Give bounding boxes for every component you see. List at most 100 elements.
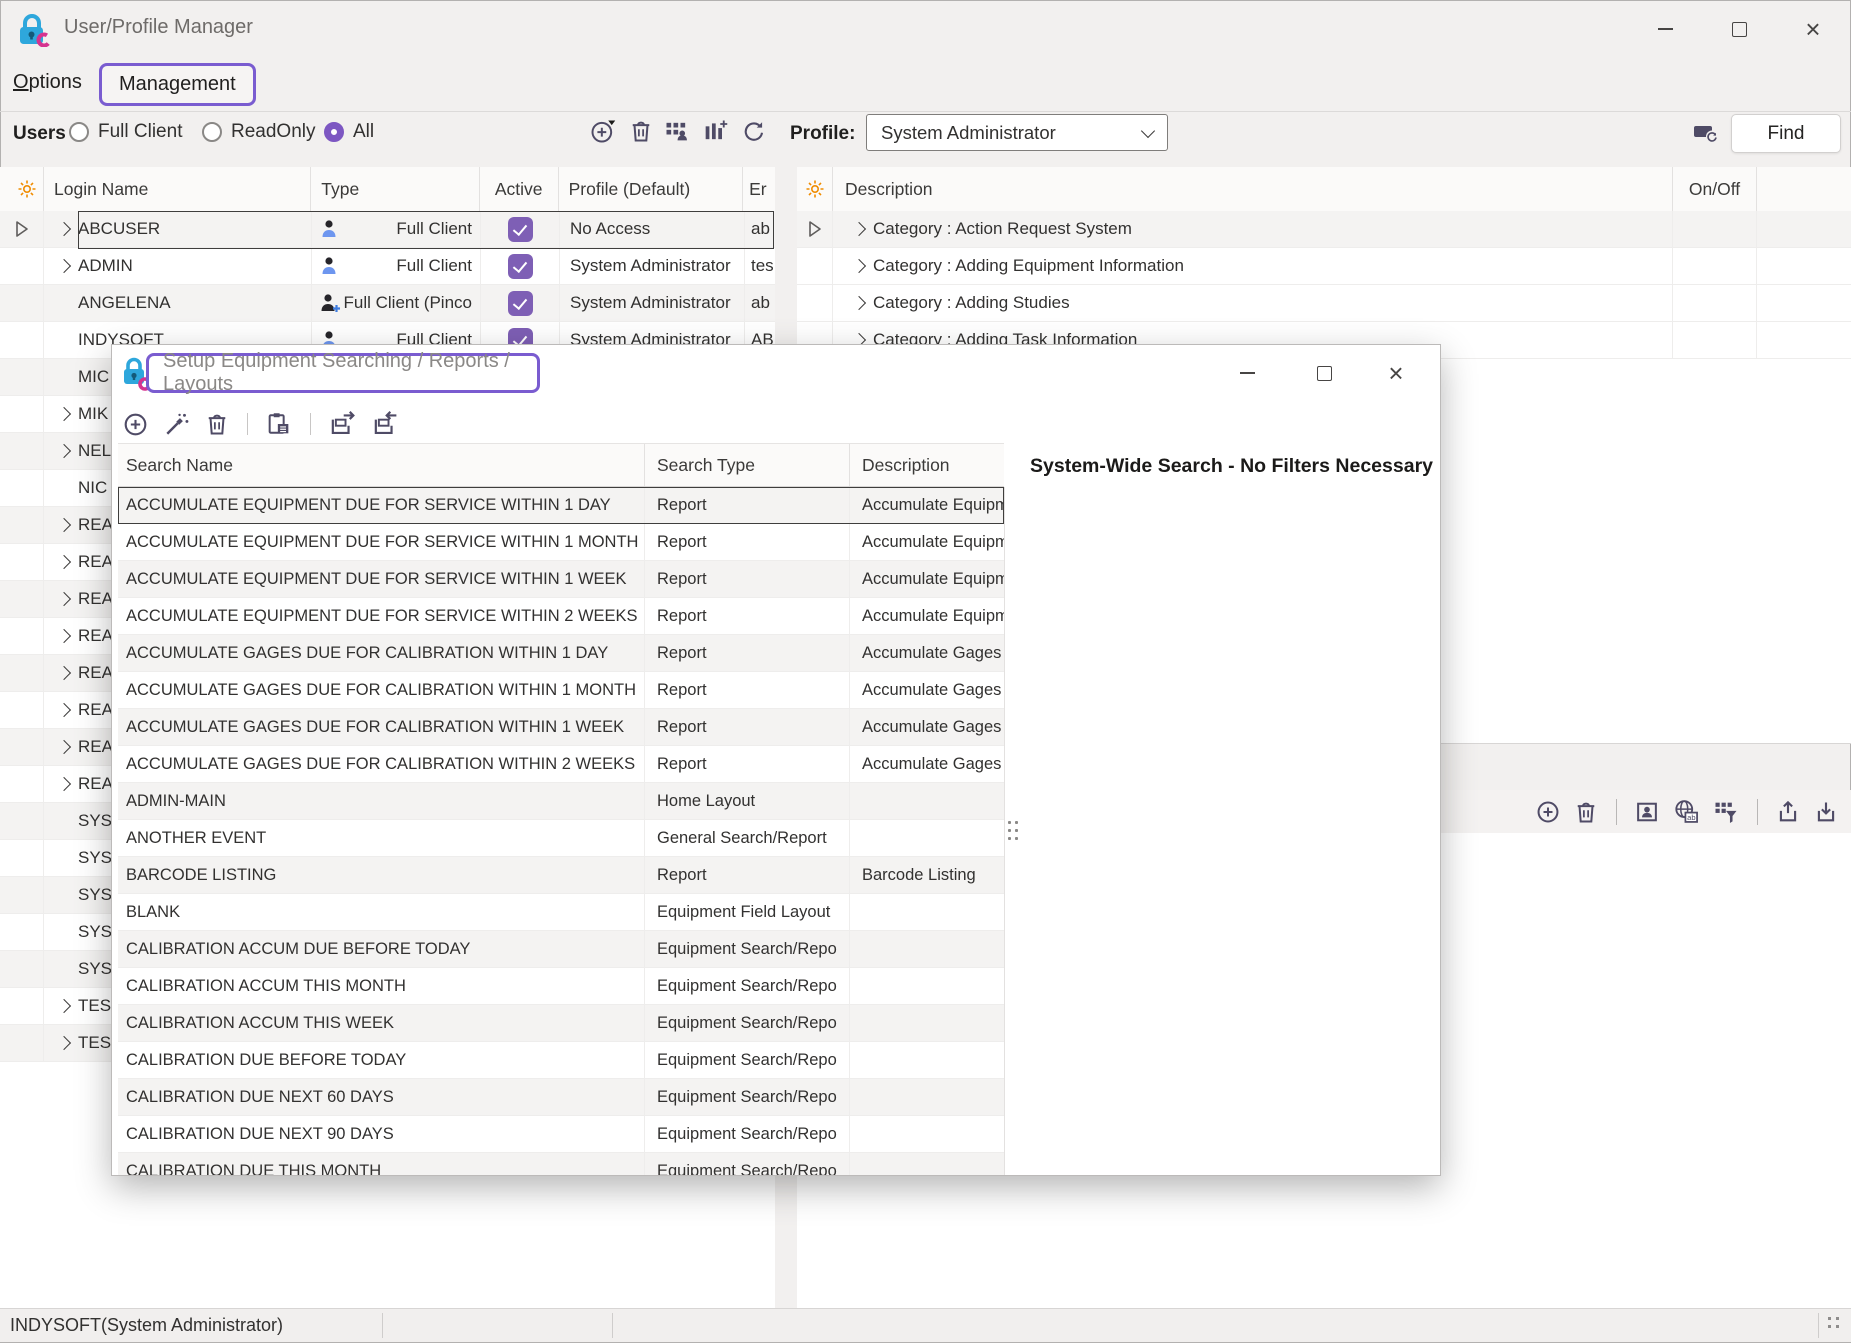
- column-header-type[interactable]: Type: [311, 167, 480, 211]
- table-row[interactable]: BLANKEquipment Field Layout: [118, 894, 1004, 931]
- table-row[interactable]: ADMIN-MAINHome Layout: [118, 783, 1004, 820]
- chevron-right-icon: [57, 999, 71, 1013]
- column-header-onoff[interactable]: On/Off: [1673, 167, 1757, 211]
- table-row[interactable]: ACCUMULATE GAGES DUE FOR CALIBRATION WIT…: [118, 635, 1004, 672]
- radio-all[interactable]: All: [324, 121, 374, 143]
- table-row[interactable]: CALIBRATION DUE NEXT 60 DAYSEquipment Se…: [118, 1079, 1004, 1116]
- person-card-button[interactable]: [1634, 799, 1660, 825]
- minimize-button[interactable]: [1642, 10, 1688, 48]
- menu-options[interactable]: Options: [13, 71, 82, 94]
- delete-button[interactable]: [1573, 799, 1599, 825]
- blank-cell: [1757, 285, 1851, 321]
- delete-user-button[interactable]: [626, 116, 656, 146]
- delete-search-button[interactable]: [204, 411, 230, 437]
- onoff-cell: [1673, 248, 1757, 284]
- table-row[interactable]: ANGELENAFull Client (PincoSystem Adminis…: [0, 285, 775, 322]
- dialog-minimize-button[interactable]: [1227, 357, 1267, 389]
- chevron-right-icon: [57, 407, 71, 421]
- active-checkbox[interactable]: [508, 254, 533, 279]
- close-icon: ×: [1388, 363, 1403, 383]
- column-chooser-button[interactable]: [797, 167, 833, 211]
- search-type-cell: Equipment Search/Repo: [645, 1116, 850, 1152]
- table-row[interactable]: Category : Adding Studies: [797, 285, 1851, 322]
- table-row[interactable]: CALIBRATION DUE BEFORE TODAYEquipment Se…: [118, 1042, 1004, 1079]
- column-header-search-name[interactable]: Search Name: [118, 444, 645, 486]
- column-header-description[interactable]: Description: [833, 167, 1673, 211]
- column-header-active[interactable]: Active: [480, 167, 559, 211]
- table-row[interactable]: CALIBRATION ACCUM DUE BEFORE TODAYEquipm…: [118, 931, 1004, 968]
- search-name-cell: ACCUMULATE EQUIPMENT DUE FOR SERVICE WIT…: [118, 487, 645, 523]
- table-row[interactable]: BARCODE LISTINGReportBarcode Listing: [118, 857, 1004, 894]
- export-search-button[interactable]: [328, 410, 357, 439]
- profile-cell: No Access: [560, 211, 745, 247]
- resize-grip[interactable]: [1828, 1317, 1846, 1333]
- search-type-cell: General Search/Report: [645, 820, 850, 856]
- table-row[interactable]: ACCUMULATE EQUIPMENT DUE FOR SERVICE WIT…: [118, 487, 1004, 524]
- radio-readonly[interactable]: ReadOnly: [202, 121, 316, 143]
- splitter-handle[interactable]: [1008, 821, 1022, 843]
- check-icon: [513, 257, 527, 272]
- add-search-button[interactable]: [122, 411, 149, 438]
- column-header-description[interactable]: Description: [850, 444, 1004, 486]
- column-header-email[interactable]: Er: [743, 167, 775, 211]
- magic-wand-button[interactable]: [163, 411, 190, 438]
- login-name: SYS: [78, 959, 112, 979]
- login-name: SYS: [78, 885, 112, 905]
- check-icon: [513, 220, 527, 235]
- dialog-maximize-button[interactable]: [1304, 357, 1344, 389]
- add-columns-button[interactable]: [700, 116, 730, 146]
- add-button[interactable]: [1535, 799, 1561, 825]
- type-label: Full Client (Pinco: [344, 293, 473, 313]
- export-button[interactable]: [1775, 799, 1801, 825]
- column-header-login-name[interactable]: Login Name: [44, 167, 311, 211]
- add-user-button[interactable]: [588, 116, 618, 146]
- table-row[interactable]: ACCUMULATE GAGES DUE FOR CALIBRATION WIT…: [118, 672, 1004, 709]
- table-row[interactable]: ABCUSERFull ClientNo Accessab: [0, 211, 775, 248]
- paste-button[interactable]: [265, 410, 293, 438]
- assign-users-grid-button[interactable]: [662, 116, 692, 146]
- active-checkbox[interactable]: [508, 291, 533, 316]
- search-type-cell: Equipment Search/Repo: [645, 1005, 850, 1041]
- chevron-slot: [845, 298, 873, 308]
- column-header-profile[interactable]: Profile (Default): [559, 167, 744, 211]
- table-row[interactable]: ANOTHER EVENTGeneral Search/Report: [118, 820, 1004, 857]
- maximize-button[interactable]: [1716, 10, 1762, 48]
- search-type-cell: Equipment Search/Repo: [645, 1079, 850, 1115]
- row-gutter: [0, 729, 44, 765]
- description-cell: [850, 1153, 1004, 1175]
- radio-full-client[interactable]: Full Client: [69, 121, 182, 143]
- description-value: Category : Adding Studies: [873, 293, 1070, 313]
- globe-text-button[interactable]: ab: [1672, 798, 1700, 826]
- users-label: Users: [13, 123, 66, 145]
- table-row[interactable]: ADMINFull ClientSystem Administratortes: [0, 248, 775, 285]
- active-checkbox[interactable]: [508, 217, 533, 242]
- table-row[interactable]: CALIBRATION ACCUM THIS MONTHEquipment Se…: [118, 968, 1004, 1005]
- description-cell: Accumulate Equipm: [850, 524, 1004, 560]
- table-row[interactable]: ACCUMULATE GAGES DUE FOR CALIBRATION WIT…: [118, 709, 1004, 746]
- search-name-cell: ACCUMULATE EQUIPMENT DUE FOR SERVICE WIT…: [118, 524, 645, 560]
- table-row[interactable]: ACCUMULATE EQUIPMENT DUE FOR SERVICE WIT…: [118, 524, 1004, 561]
- dialog-close-button[interactable]: ×: [1376, 357, 1416, 389]
- table-row[interactable]: Category : Adding Equipment Information: [797, 248, 1851, 285]
- close-button[interactable]: ×: [1790, 10, 1836, 48]
- profile-select[interactable]: System Administrator: [866, 114, 1168, 151]
- table-row[interactable]: ACCUMULATE EQUIPMENT DUE FOR SERVICE WIT…: [118, 598, 1004, 635]
- search-name-cell: ACCUMULATE EQUIPMENT DUE FOR SERVICE WIT…: [118, 561, 645, 597]
- menu-management[interactable]: Management: [99, 63, 256, 106]
- table-row[interactable]: ACCUMULATE EQUIPMENT DUE FOR SERVICE WIT…: [118, 561, 1004, 598]
- table-row[interactable]: CALIBRATION ACCUM THIS WEEKEquipment Sea…: [118, 1005, 1004, 1042]
- table-row[interactable]: CALIBRATION DUE NEXT 90 DAYSEquipment Se…: [118, 1116, 1004, 1153]
- import-search-button[interactable]: [371, 410, 400, 439]
- table-row[interactable]: ACCUMULATE GAGES DUE FOR CALIBRATION WIT…: [118, 746, 1004, 783]
- table-row[interactable]: Category : Action Request System: [797, 211, 1851, 248]
- refresh-button[interactable]: [738, 116, 768, 146]
- column-header-search-type[interactable]: Search Type: [645, 444, 850, 486]
- grid-filter-button[interactable]: [1712, 798, 1740, 826]
- import-button[interactable]: [1813, 799, 1839, 825]
- find-button[interactable]: Find: [1731, 114, 1841, 153]
- description-cell: [850, 931, 1004, 967]
- column-chooser-button[interactable]: [0, 167, 44, 211]
- table-row[interactable]: CALIBRATION DUE THIS MONTHEquipment Sear…: [118, 1153, 1004, 1175]
- chevron-slot: [845, 261, 873, 271]
- card-refresh-icon-button[interactable]: [1691, 118, 1721, 148]
